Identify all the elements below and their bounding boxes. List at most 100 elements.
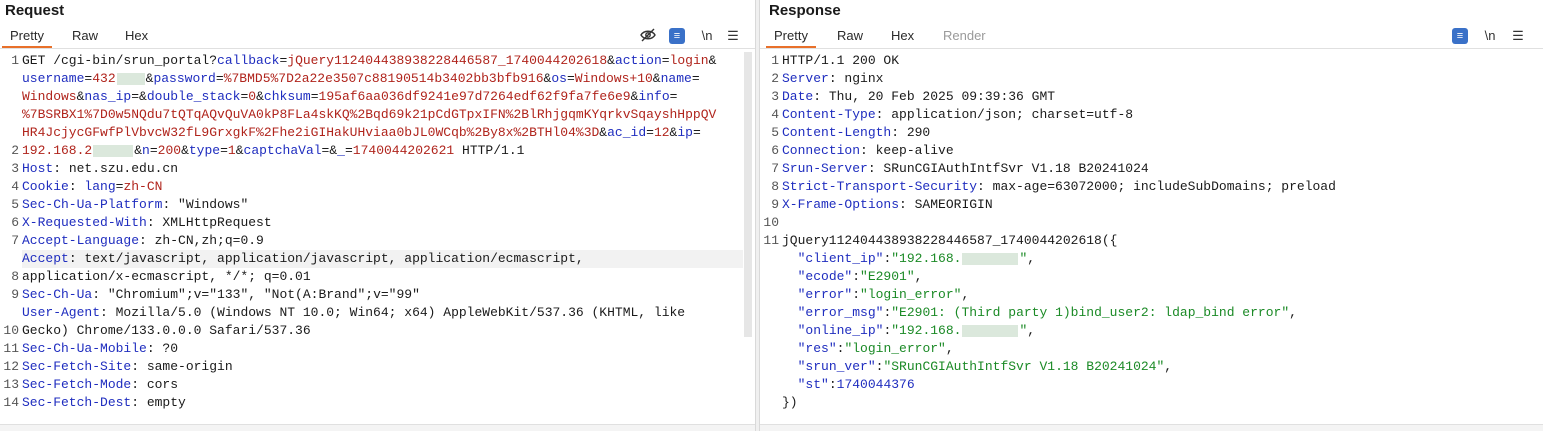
line-number: 11: [3, 341, 19, 356]
code-line[interactable]: HTTP/1.1 200 OK: [782, 52, 899, 70]
line-number: 10: [763, 215, 779, 230]
tab-hex[interactable]: Hex: [891, 27, 914, 45]
code-line[interactable]: X-Frame-Options: SAMEORIGIN: [782, 196, 993, 214]
code-token: chksum: [263, 89, 311, 104]
code-line[interactable]: jQuery112404438938228446587_174004420261…: [782, 232, 1117, 250]
code-line[interactable]: HR4JcjycGFwfPlVbvcW32fL9GrxgkF%2Fhe2iGIH…: [22, 124, 701, 142]
horizontal-scrollbar[interactable]: [760, 424, 1543, 431]
code-token: "E2901: (Third party 1)bind_user2: ldap_…: [891, 305, 1290, 320]
request-pane: Request Pretty Raw Hex ≡ \n ☰ 1234567891…: [0, 0, 755, 431]
newline-icon[interactable]: \n: [1480, 27, 1500, 45]
menu-icon[interactable]: ☰: [1510, 27, 1526, 45]
vertical-scrollbar[interactable]: [744, 52, 752, 337]
code-token: os: [551, 71, 567, 86]
code-token: %7BSRBX1%7D0w5NQdu7tQTqAQvQuVA0kP8FLa4sk…: [22, 107, 717, 122]
line-number: 9: [771, 197, 779, 212]
code-token: "error_msg": [797, 305, 884, 320]
code-line[interactable]: Gecko) Chrome/133.0.0.0 Safari/537.36: [22, 322, 311, 340]
code-line[interactable]: GET /cgi-bin/srun_portal?callback = jQuery…: [22, 52, 716, 70]
code-line[interactable]: "ecode":"E2901",: [782, 268, 923, 286]
code-line[interactable]: Content-Length: 290: [782, 124, 930, 142]
code-line[interactable]: "error":"login_error",: [782, 286, 970, 304]
code-token: 195af6aa036df9241e97d7264edf62f9fa7fe6e9: [318, 89, 631, 104]
response-title: Response: [769, 2, 841, 19]
code-token: 432: [92, 71, 116, 86]
tab-divider: [760, 48, 1543, 49]
code-token: =: [215, 71, 224, 86]
code-line[interactable]: "client_ip":"192.168. ",: [782, 250, 1035, 268]
horizontal-scrollbar[interactable]: [0, 424, 755, 431]
code-line[interactable]: Sec-Ch-Ua-Mobile: ?0: [22, 340, 178, 358]
code-token: =: [149, 143, 158, 158]
wrap-lines-icon[interactable]: ≡: [669, 28, 685, 44]
code-line[interactable]: Host: net.szu.edu.cn: [22, 160, 178, 178]
code-line[interactable]: Accept-Language: zh-CN,zh;q=0.9: [22, 232, 264, 250]
code-token: =: [669, 89, 678, 104]
tab-raw[interactable]: Raw: [837, 27, 863, 45]
code-line[interactable]: %7BSRBX1%7D0w5NQdu7tQTqAQvQuVA0kP8FLa4sk…: [22, 106, 716, 124]
wrap-lines-icon[interactable]: ≡: [1452, 28, 1468, 44]
code-line[interactable]: User-Agent: Mozilla/5.0 (Windows NT 10.0…: [22, 304, 685, 322]
code-token: action: [614, 53, 662, 68]
code-token: "192.168.: [891, 323, 962, 338]
code-token: _: [337, 143, 345, 158]
code-line[interactable]: "error_msg":"E2901: (Third party 1)bind_…: [782, 304, 1297, 322]
code-line[interactable]: Srun-Server: SRunCGIAuthIntfSvr V1.18 B2…: [782, 160, 1149, 178]
code-token: : application/json; charset=utf-8: [875, 107, 1134, 122]
code-line[interactable]: Sec-Fetch-Mode: cors: [22, 376, 178, 394]
code-line[interactable]: "online_ip":"192.168. ",: [782, 322, 1035, 340]
code-token: name: [660, 71, 692, 86]
code-line[interactable]: Sec-Fetch-Dest: empty: [22, 394, 186, 412]
code-line[interactable]: Accept: text/javascript, application/jav…: [22, 250, 584, 268]
code-line[interactable]: Strict-Transport-Security: max-age=63072…: [782, 178, 1336, 196]
line-number: 6: [11, 215, 19, 230]
code-token: Sec-Fetch-Mode: [22, 377, 132, 392]
code-token: =: [691, 71, 700, 86]
code-line[interactable]: 192.168.2 &n=200&type=1&captchaVal=&_=174…: [22, 142, 524, 160]
code-line[interactable]: "srun_ver":"SRunCGIAuthIntfSvr V1.18 B20…: [782, 358, 1173, 376]
code-token: }): [782, 395, 798, 410]
code-line[interactable]: Windows&nas_ip=&double_stack=0&chksum=19…: [22, 88, 677, 106]
line-number: 11: [763, 233, 779, 248]
code-token: "online_ip": [797, 323, 884, 338]
code-token: : Mozilla/5.0 (Windows NT 10.0; Win64; x…: [100, 305, 686, 320]
hide-icon[interactable]: [639, 27, 657, 45]
code-line[interactable]: Cookie: lang=zh-CN: [22, 178, 162, 196]
code-line[interactable]: Server: nginx: [782, 70, 883, 88]
tab-raw[interactable]: Raw: [72, 27, 98, 45]
code-line[interactable]: username=432 &password=%7BMD5%7D2a22e3507…: [22, 70, 700, 88]
code-line[interactable]: application/x-ecmascript, */*; q=0.01: [22, 268, 311, 286]
request-editor[interactable]: 1 2 3 4 5 6 7 8 9 10 11 12 13 14 GET /cgi-bin/srun_po…: [0, 52, 755, 425]
code-token: double_stack: [146, 89, 241, 104]
code-line[interactable]: Sec-Fetch-Site: same-origin: [22, 358, 233, 376]
code-line[interactable]: X-Requested-With: XMLHttpRequest: [22, 214, 272, 232]
code-token: =: [131, 89, 140, 104]
code-token: : ?0: [146, 341, 179, 356]
code-token: : zh-CN,zh;q=0.9: [139, 233, 264, 248]
code-token: :: [852, 269, 861, 284]
code-line[interactable]: "st":1740044376: [782, 376, 915, 394]
line-number: 1: [11, 53, 19, 68]
code-line[interactable]: Content-Type: application/json; charset=…: [782, 106, 1133, 124]
tab-hex[interactable]: Hex: [125, 27, 148, 45]
code-line[interactable]: Sec-Ch-Ua-Platform: "Windows": [22, 196, 248, 214]
newline-icon[interactable]: \n: [697, 27, 717, 45]
line-number: 2: [11, 143, 19, 158]
code-token: 1: [227, 143, 236, 158]
code-line[interactable]: "res":"login_error",: [782, 340, 954, 358]
code-line[interactable]: Sec-Ch-Ua: "Chromium";v="133", "Not(A:Br…: [22, 286, 420, 304]
code-line[interactable]: Connection: keep-alive: [782, 142, 954, 160]
tab-pretty[interactable]: Pretty: [766, 27, 816, 48]
code-token: application/x-ecmascript, */*; q=0.01: [22, 269, 311, 284]
code-token: Server: [782, 71, 829, 86]
redacted-block: [93, 144, 134, 157]
menu-icon[interactable]: ☰: [725, 27, 741, 45]
response-editor[interactable]: 1 2 3 4 5 6 7 8 9 10 11 HTTP/1.1 200 OK Server: ngi…: [760, 52, 1543, 425]
code-token: &: [139, 89, 147, 104]
tab-pretty[interactable]: Pretty: [2, 27, 52, 48]
code-token: ,: [961, 287, 970, 302]
code-line[interactable]: Date: Thu, 20 Feb 2025 09:39:36 GMT: [782, 88, 1055, 106]
code-line[interactable]: }): [782, 394, 798, 412]
